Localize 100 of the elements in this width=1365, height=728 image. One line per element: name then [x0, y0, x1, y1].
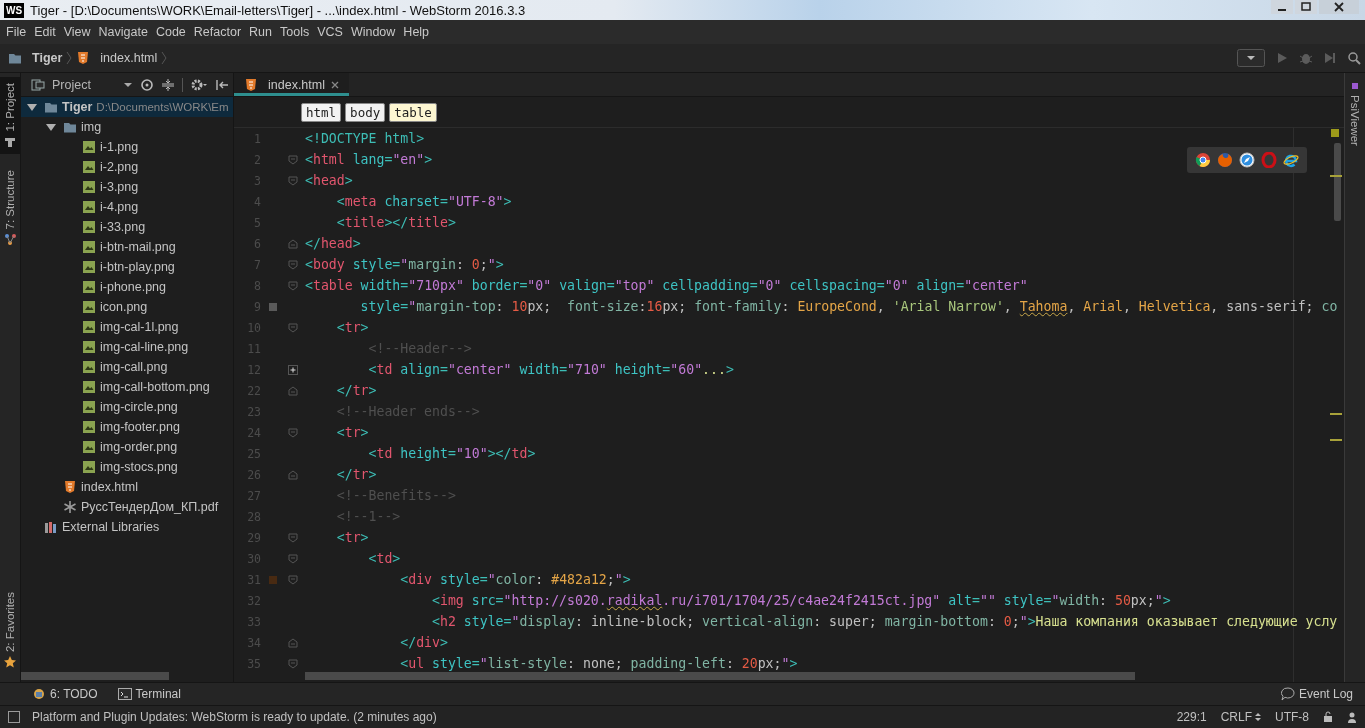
- lock-icon[interactable]: [1323, 711, 1333, 723]
- fold-icon[interactable]: [288, 658, 298, 669]
- maximize-button[interactable]: [1295, 0, 1317, 14]
- fold-icon[interactable]: [288, 385, 298, 396]
- tree-item[interactable]: img-footer.png: [21, 417, 233, 437]
- tree-item[interactable]: img-stocs.png: [21, 457, 233, 477]
- tree-item[interactable]: i-2.png: [21, 157, 233, 177]
- search-icon[interactable]: [1347, 51, 1361, 65]
- tree-item[interactable]: img-order.png: [21, 437, 233, 457]
- target-icon[interactable]: [140, 77, 154, 92]
- run-config-dropdown[interactable]: [1237, 49, 1265, 67]
- fold-icon[interactable]: [288, 427, 298, 438]
- scrollbar[interactable]: [1334, 143, 1341, 221]
- fold-icon[interactable]: [288, 553, 298, 564]
- breadcrumb[interactable]: index.html: [76, 51, 158, 65]
- menu-item[interactable]: File: [2, 25, 31, 39]
- tree-item[interactable]: РуссТендерДом_КП.pdf: [21, 497, 233, 517]
- tree-item[interactable]: img-circle.png: [21, 397, 233, 417]
- tree-item[interactable]: icon.png: [21, 297, 233, 317]
- menu-item[interactable]: Edit: [30, 25, 60, 39]
- menu-item[interactable]: View: [59, 25, 95, 39]
- tree-item[interactable]: img-cal-1l.png: [21, 317, 233, 337]
- fold-icon[interactable]: [288, 280, 298, 291]
- fold-icon[interactable]: [288, 322, 298, 333]
- person-icon[interactable]: [1347, 711, 1357, 723]
- status-message[interactable]: Platform and Plugin Updates: WebStorm is ready to update. (2 minutes ago): [32, 710, 437, 724]
- tree-item[interactable]: img: [21, 117, 233, 137]
- code-line: <img src="http://s020.radikal.ru/i701/1704/25/c4ae24f2415ct.jpg" alt="" style="width: 50px;">: [431, 593, 1171, 608]
- fold-icon[interactable]: [288, 259, 298, 270]
- editor-tab[interactable]: index.html: [234, 73, 349, 96]
- tree-item[interactable]: i-phone.png: [21, 277, 233, 297]
- tool-window-tab[interactable]: 6: TODO: [32, 687, 98, 701]
- tree-item[interactable]: i-1.png: [21, 137, 233, 157]
- menu-item[interactable]: Tools: [276, 25, 314, 39]
- browser-icon[interactable]: [1283, 152, 1299, 168]
- tree-item[interactable]: img-cal-line.png: [21, 337, 233, 357]
- tree-item[interactable]: i-33.png: [21, 217, 233, 237]
- tool-window-tab[interactable]: 1: Project: [0, 77, 20, 154]
- tool-window-tab[interactable]: Event Log: [1280, 687, 1353, 701]
- breadcrumb[interactable]: Tiger: [8, 51, 63, 65]
- minimize-button[interactable]: [1271, 0, 1293, 14]
- panel-title[interactable]: Project: [52, 77, 116, 92]
- menu-item[interactable]: Run: [245, 25, 276, 39]
- tree-item[interactable]: img-call.png: [21, 357, 233, 377]
- breadcrumb[interactable]: html: [301, 102, 342, 122]
- bug-icon[interactable]: [1299, 51, 1313, 65]
- terminal-icon: [117, 687, 132, 701]
- tree-item[interactable]: index.html: [21, 477, 233, 497]
- fold-icon[interactable]: [288, 637, 298, 648]
- tree-item[interactable]: img-call-bottom.png: [21, 377, 233, 397]
- tree-item[interactable]: i-4.png: [21, 197, 233, 217]
- image-file-icon: [82, 380, 96, 394]
- code-line: <html lang="en">: [305, 152, 433, 167]
- scrollbar[interactable]: [305, 672, 1135, 680]
- tree-item[interactable]: i-3.png: [21, 177, 233, 197]
- image-file-icon: [82, 340, 96, 354]
- image-file-icon: [82, 400, 96, 414]
- todo-icon: [32, 687, 46, 701]
- fold-icon[interactable]: [288, 238, 298, 249]
- collapse-all-icon[interactable]: [161, 77, 175, 92]
- settings-icon[interactable]: [190, 77, 208, 92]
- menu-item[interactable]: VCS: [313, 25, 347, 39]
- menu-item[interactable]: Navigate: [94, 25, 152, 39]
- tool-window-tab[interactable]: Terminal: [117, 687, 181, 701]
- run-icon[interactable]: [1275, 51, 1289, 65]
- menu-item[interactable]: Help: [399, 25, 434, 39]
- tree-item[interactable]: Tiger D:\Documents\WORK\Em: [21, 97, 233, 117]
- caret-position[interactable]: 229:1: [1176, 710, 1207, 724]
- breadcrumb[interactable]: body: [345, 102, 386, 122]
- close-icon[interactable]: [331, 80, 339, 89]
- scrollbar[interactable]: [21, 672, 169, 680]
- tree-item[interactable]: i-btn-play.png: [21, 257, 233, 277]
- menu-item[interactable]: Refactor: [189, 25, 246, 39]
- tool-window-tab[interactable]: 2: Favorites: [0, 585, 20, 674]
- browser-icon[interactable]: [1195, 152, 1211, 168]
- hide-panel-icon[interactable]: [215, 77, 229, 92]
- menu-item[interactable]: Window: [346, 25, 400, 39]
- breadcrumb[interactable]: table: [389, 102, 437, 122]
- image-file-icon: [82, 300, 96, 314]
- fold-icon[interactable]: [288, 532, 298, 543]
- image-file-icon: [82, 220, 96, 234]
- expand-icon[interactable]: [288, 364, 298, 375]
- fold-icon[interactable]: [288, 469, 298, 480]
- code-line: <table width="710px" border="0" valign="top" cellpadding="0" cellspacing="0" align="center": [305, 278, 1028, 293]
- close-button[interactable]: [1319, 0, 1359, 14]
- line-separator-selector[interactable]: CRLF: [1220, 710, 1261, 724]
- fold-icon[interactable]: [288, 574, 298, 585]
- tool-window-tab[interactable]: PsiViewer: [1345, 73, 1365, 154]
- code-line: <h2 style="display: inline-block; vertical-align: super; margin-bottom: 0;">Наша компания оказывает следующие услу: [431, 614, 1338, 629]
- fold-icon[interactable]: [288, 154, 298, 165]
- fold-icon[interactable]: [288, 175, 298, 186]
- menu-item[interactable]: Code: [151, 25, 190, 39]
- image-file-icon: [82, 160, 96, 174]
- image-file-icon: [82, 180, 96, 194]
- tool-windows-icon[interactable]: [8, 711, 20, 723]
- tree-item[interactable]: External Libraries: [21, 517, 233, 537]
- tool-window-tab[interactable]: 7: Structure: [0, 163, 20, 252]
- browser-icon[interactable]: [1239, 152, 1255, 168]
- tree-item[interactable]: i-btn-mail.png: [21, 237, 233, 257]
- encoding-selector[interactable]: UTF-8: [1275, 710, 1309, 724]
